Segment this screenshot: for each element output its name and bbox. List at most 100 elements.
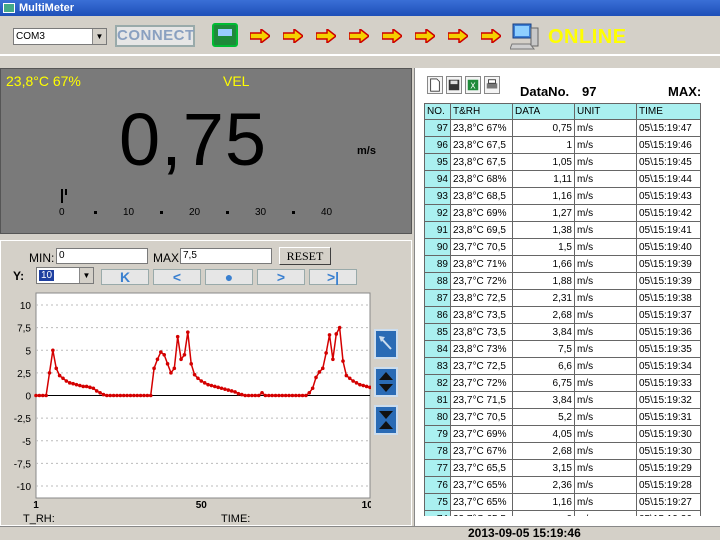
column-header[interactable]: UNIT [574,103,637,120]
first-record-button[interactable]: K [101,269,149,285]
table-cell: 05\15:19:37 [636,306,701,324]
table-row[interactable]: 92 23,8°C 69% 1,27 m/s 05\15:19:42 [424,204,701,222]
table-row[interactable]: 90 23,7°C 70,5 1,5 m/s 05\15:19:40 [424,238,701,256]
column-header[interactable]: TIME [636,103,701,120]
data-point [351,379,355,383]
table-row[interactable]: 91 23,8°C 69,5 1,38 m/s 05\15:19:41 [424,221,701,239]
table-row[interactable]: 84 23,8°C 73% 7,5 m/s 05\15:19:35 [424,340,701,358]
table-row[interactable]: 81 23,7°C 71,5 3,84 m/s 05\15:19:32 [424,391,701,409]
table-cell: 23,8°C 73% [450,340,513,358]
table-row[interactable]: 95 23,8°C 67,5 1,05 m/s 05\15:19:45 [424,153,701,171]
table-cell: 23,8°C 71% [450,255,513,273]
data-point [78,383,82,388]
next-record-button[interactable]: > [257,269,305,285]
table-cell: 05\15:19:31 [636,408,701,426]
table-row[interactable]: 96 23,8°C 67,5 1 m/s 05\15:19:46 [424,136,701,154]
table-cell: 6,75 [512,374,575,392]
max-label: MAX [153,251,180,265]
data-point [202,381,207,385]
column-header[interactable]: NO. [424,103,451,120]
data-point [233,390,237,394]
table-cell: 83 [424,357,451,375]
min-label: MIN: [29,251,55,265]
bar-graph-indicator [61,189,69,203]
table-cell: 23,8°C 68,5 [450,187,513,205]
graph-panel: MIN: 0 MAX 7,5 RESET Y: 10 ▼ K < ● > >| … [0,240,412,526]
table-cell: 05\15:19:27 [636,493,701,511]
max-input[interactable]: 7,5 [180,248,272,264]
table-row[interactable]: 94 23,8°C 68% 1,11 m/s 05\15:19:44 [424,170,701,188]
table-row[interactable]: 75 23,7°C 65% 1,16 m/s 05\15:19:27 [424,493,701,511]
table-cell: 23,8°C 67,5 [450,136,513,154]
table-row[interactable]: 77 23,7°C 65,5 3,15 m/s 05\15:19:29 [424,459,701,477]
connect-button[interactable]: CONNECT [115,25,195,47]
table-row[interactable]: 7423,7°C 65,50m/s05\15:19:26 [424,510,701,516]
new-file-icon[interactable] [427,76,443,94]
chevron-down-icon[interactable]: ▼ [92,29,106,44]
com-port-select[interactable]: COM3 ▼ [13,28,107,45]
table-cell: 89 [424,255,451,273]
table-cell: 23,7°C 71,5 [450,391,513,409]
data-point [354,381,359,385]
reset-button[interactable]: RESET [279,247,331,265]
current-record-button[interactable]: ● [205,269,253,285]
table-cell: m/s [574,136,637,154]
data-point [34,393,38,398]
data-table-viewport[interactable]: NO. T&RH DATA UNIT TIME 97 23,8°C 67% 0,75… [424,103,706,516]
table-cell: m/s [574,170,637,188]
data-point [270,393,274,398]
status-bar [0,526,720,540]
column-header[interactable]: DATA [512,103,575,120]
table-cell: 05\15:19:39 [636,272,701,290]
table-row[interactable]: 78 23,7°C 67% 2,68 m/s 05\15:19:30 [424,442,701,460]
temperature-humidity-reading: 23,8°C 67% [6,73,81,89]
table-header-row: NO. T&RH DATA UNIT TIME [424,103,701,120]
save-icon[interactable] [446,76,462,94]
previous-record-button[interactable]: < [153,269,201,285]
table-row[interactable]: 80 23,7°C 70,5 5,2 m/s 05\15:19:31 [424,408,701,426]
table-row[interactable]: 79 23,7°C 69% 4,05 m/s 05\15:19:30 [424,425,701,443]
chevron-down-icon[interactable]: ▼ [79,268,93,283]
last-record-button[interactable]: >| [309,269,357,285]
data-point [111,393,116,398]
table-cell: 1,5 [512,238,575,256]
table-row[interactable]: 83 23,7°C 72,5 6,6 m/s 05\15:19:34 [424,357,701,375]
table-row[interactable]: 93 23,8°C 68,5 1,16 m/s 05\15:19:43 [424,187,701,205]
table-cell: m/s [574,238,637,256]
y-scale-select[interactable]: 10 ▼ [36,267,94,284]
data-point [61,376,65,381]
table-row[interactable]: 86 23,8°C 73,5 2,68 m/s 05\15:19:37 [424,306,701,324]
data-point [320,366,325,371]
table-cell: m/s [574,221,637,239]
scale-compress-button[interactable] [374,405,398,435]
table-cell: 90 [424,238,451,256]
table-cell: 23,8°C 72,5 [450,289,513,307]
data-point [155,357,160,362]
table-cell: 87 [424,289,451,307]
table-row[interactable]: 76 23,7°C 65% 2,36 m/s 05\15:19:28 [424,476,701,494]
table-row[interactable]: 82 23,7°C 72% 6,75 m/s 05\15:19:33 [424,374,701,392]
table-row[interactable]: 87 23,8°C 72,5 2,31 m/s 05\15:19:38 [424,289,701,307]
data-point [179,357,183,362]
table-cell: 05\15:19:28 [636,476,701,494]
table-cell: m/s [574,204,637,222]
table-cell: 3,84 [512,323,575,341]
data-point [239,392,244,397]
min-input[interactable]: 0 [56,248,148,264]
table-cell: m/s [574,153,637,171]
print-icon[interactable] [484,76,500,94]
zoom-cursor-button[interactable] [374,329,398,359]
y-tick-label: 5 [25,346,31,357]
table-row[interactable]: 85 23,8°C 73,5 3,84 m/s 05\15:19:36 [424,323,701,341]
column-header[interactable]: T&RH [450,103,513,120]
table-row[interactable]: 97 23,8°C 67% 0,75 m/s 05\15:19:47 [424,119,701,137]
table-row[interactable]: 88 23,7°C 72% 1,88 m/s 05\15:19:39 [424,272,701,290]
table-cell: 05\15:19:30 [636,442,701,460]
data-point [118,393,123,398]
table-cell: 78 [424,442,451,460]
scale-expand-button[interactable] [374,367,398,397]
excel-export-icon[interactable]: X [465,76,481,94]
table-row[interactable]: 89 23,8°C 71% 1,66 m/s 05\15:19:39 [424,255,701,273]
window-title: MultiMeter [19,2,74,14]
data-point [101,392,106,397]
